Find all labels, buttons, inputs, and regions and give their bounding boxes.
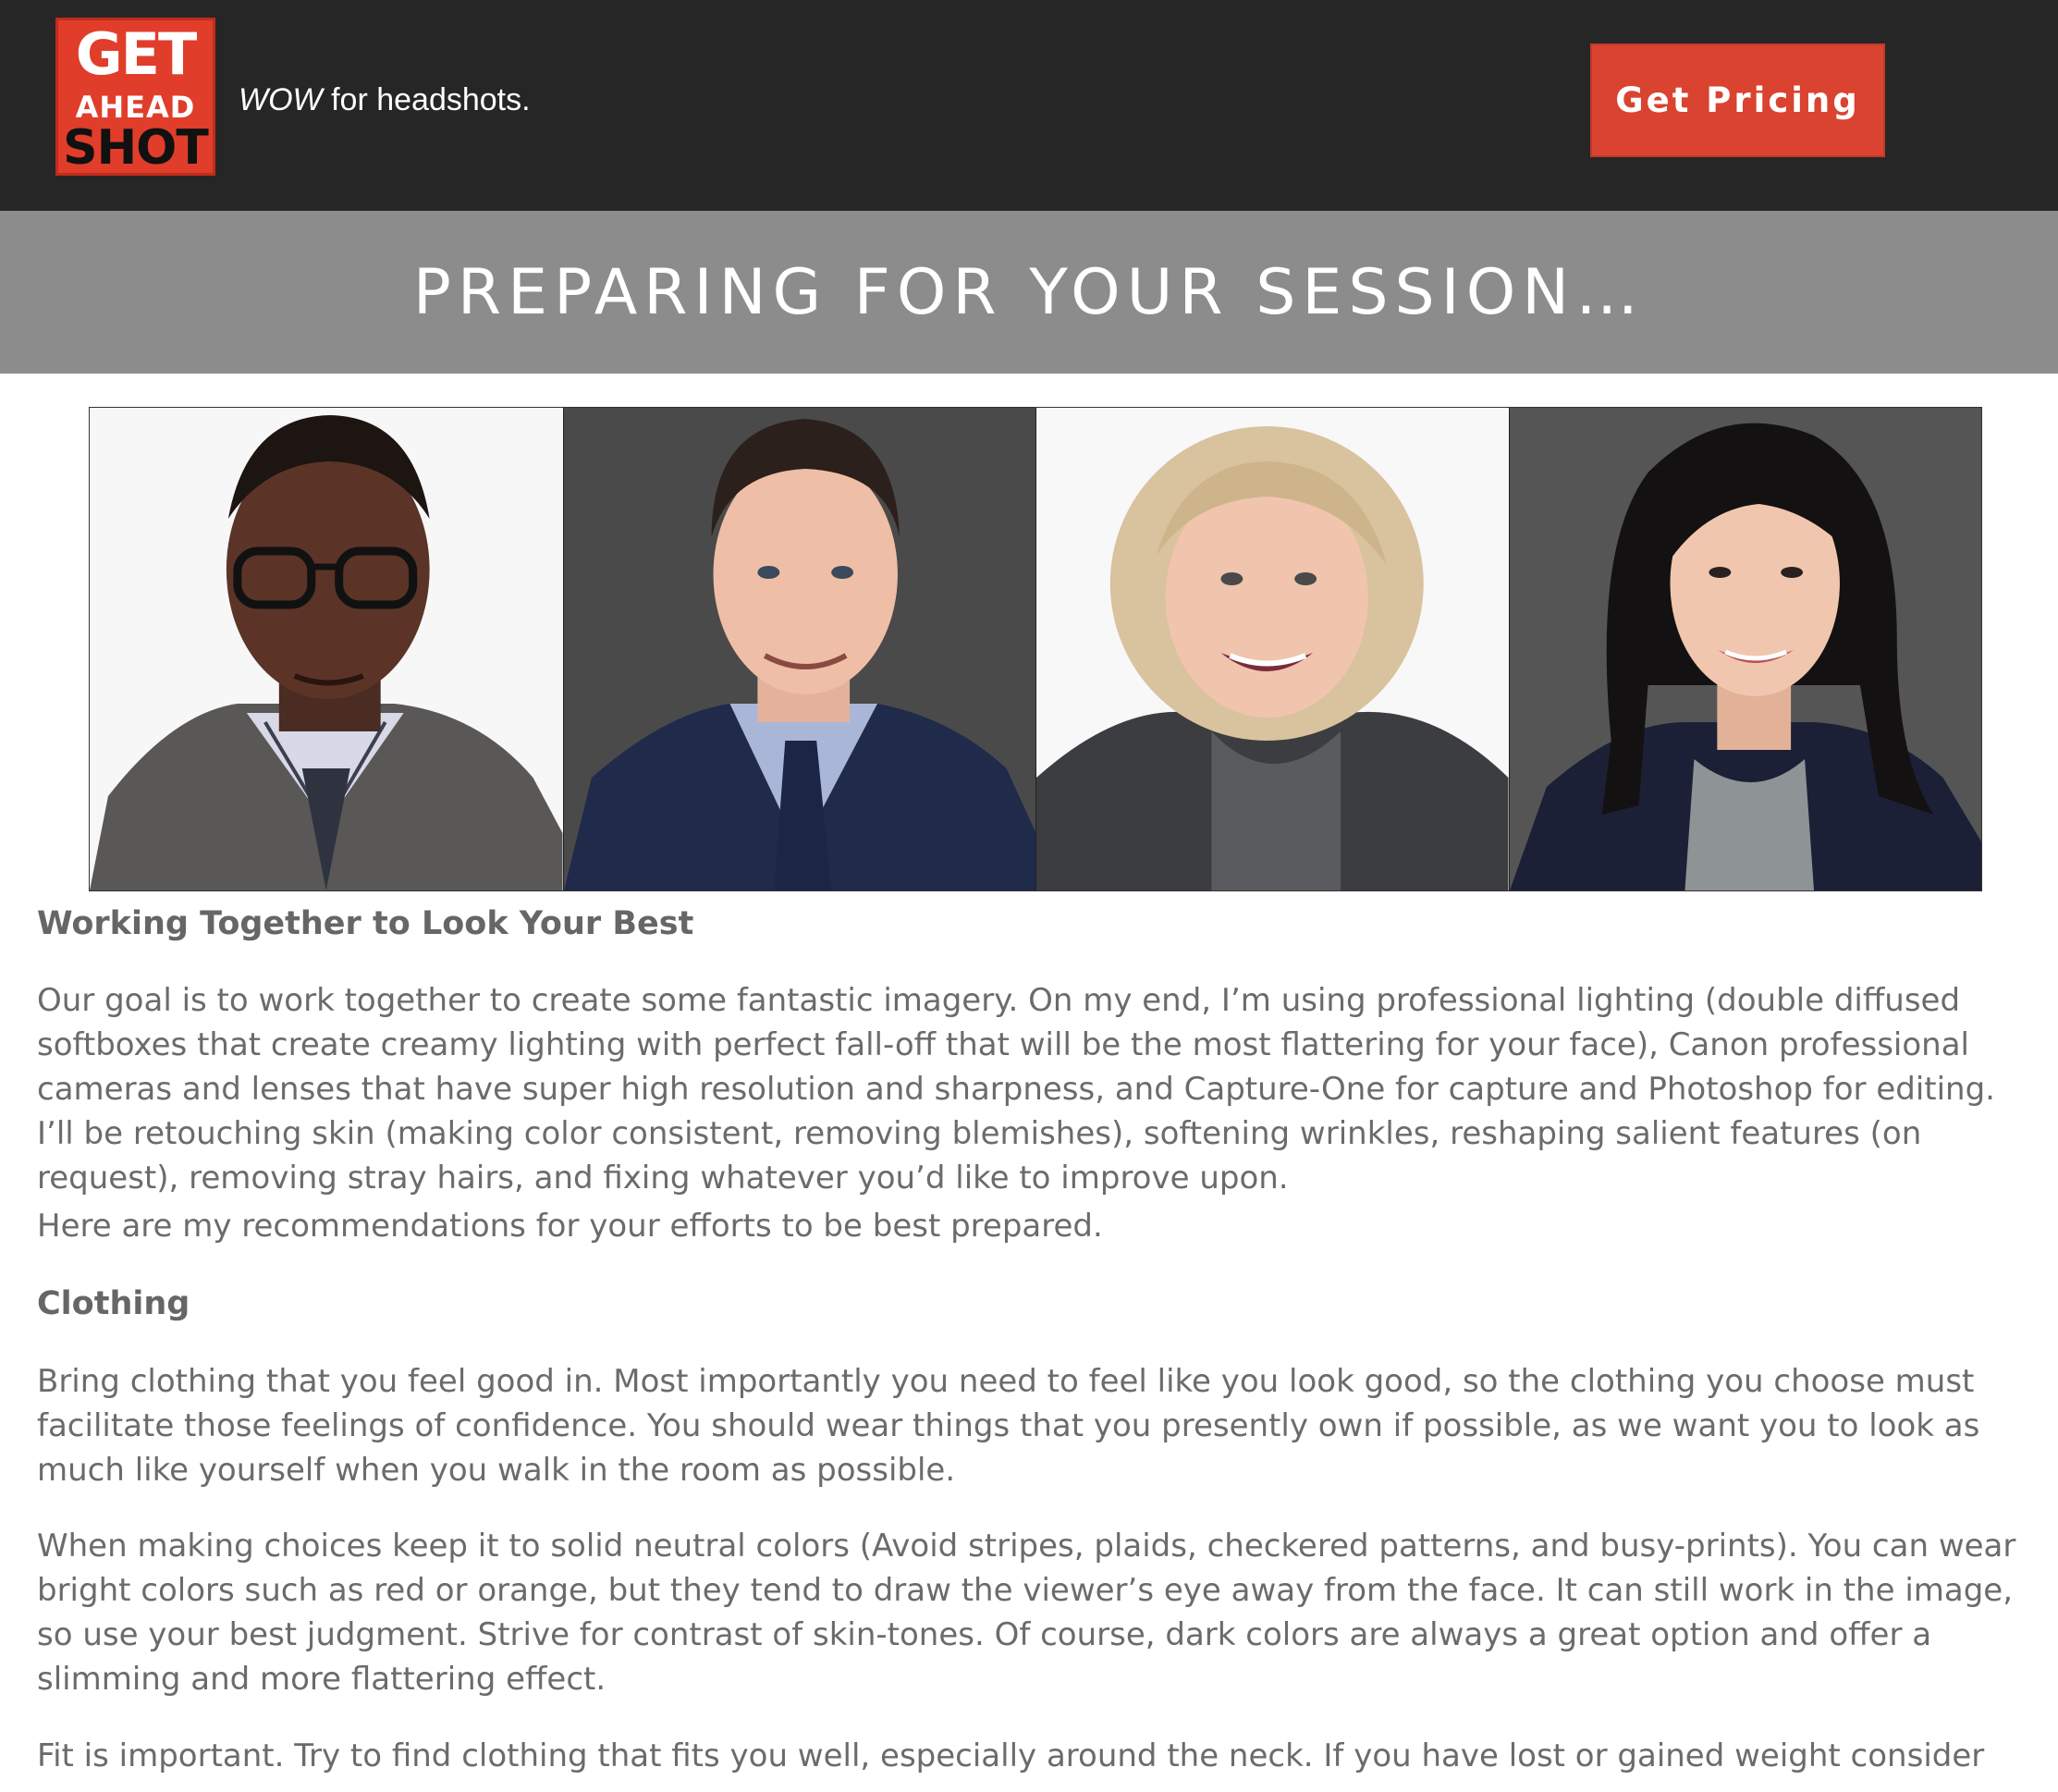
logo-line-ahead: AHEAD [75, 90, 196, 125]
tagline-emphasis: WOW [239, 82, 323, 117]
article-paragraph: Bring clothing that you feel good in. Mo… [37, 1363, 1980, 1489]
headshot-photo-1 [90, 408, 563, 890]
logo-line-shot: SHOT [63, 120, 209, 176]
article-paragraph: When making choices keep it to solid neu… [37, 1528, 2016, 1698]
section-heading-working-together: Working Together to Look Your Best [37, 905, 694, 942]
article-paragraph: Our goal is to work together to create s… [37, 982, 1995, 1197]
get-pricing-button[interactable]: Get Pricing [1590, 43, 1885, 157]
headshot-photo-4 [1508, 408, 1981, 890]
tagline: WOW for headshots. [239, 81, 531, 118]
brand-logo[interactable]: GET AHEAD SHOT [55, 18, 215, 176]
page-title: PREPARING FOR YOUR SESSION… [412, 255, 1646, 329]
logo-line-get: GET [75, 20, 198, 88]
article-paragraph: Fit is important. Try to find clothing t… [37, 1737, 1985, 1774]
title-banner: PREPARING FOR YOUR SESSION… [0, 211, 2058, 374]
section-heading-clothing: Clothing [37, 1285, 190, 1322]
headshot-gallery [89, 407, 1982, 891]
headshot-photo-2 [562, 408, 1035, 890]
article-paragraph: Here are my recommendations for your eff… [37, 1208, 1103, 1245]
headshot-photo-3 [1035, 408, 1509, 890]
tagline-text: for headshots. [322, 82, 531, 117]
site-header: GET AHEAD SHOT WOW for headshots. Get Pr… [0, 0, 2058, 211]
